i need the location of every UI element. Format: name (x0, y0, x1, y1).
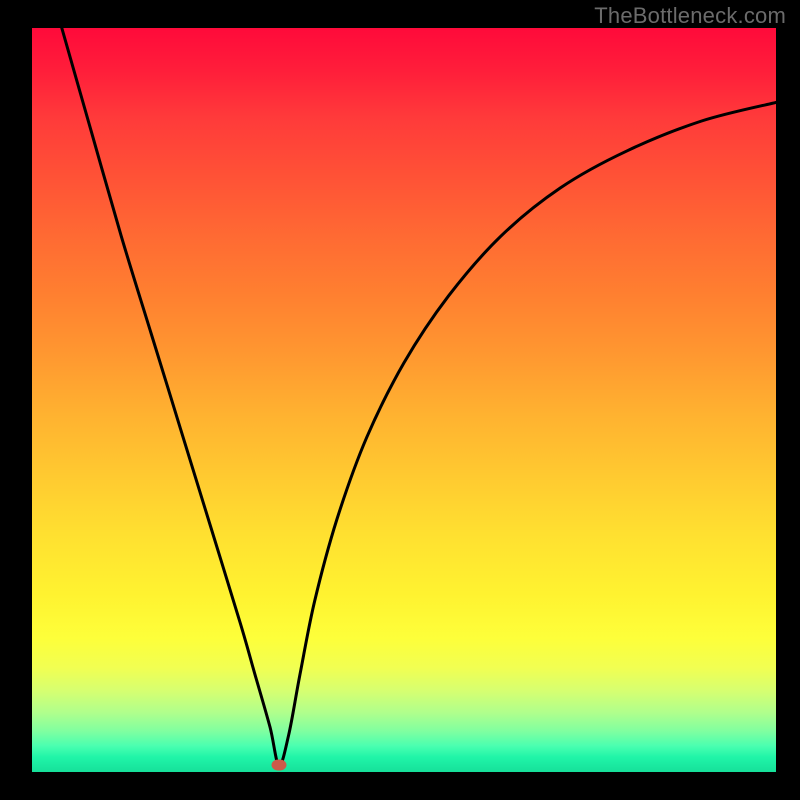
optimal-point-marker (272, 760, 287, 771)
chart-frame: TheBottleneck.com (0, 0, 800, 800)
bottleneck-curve (32, 28, 776, 772)
plot-area (32, 28, 776, 772)
watermark-text: TheBottleneck.com (594, 3, 786, 29)
